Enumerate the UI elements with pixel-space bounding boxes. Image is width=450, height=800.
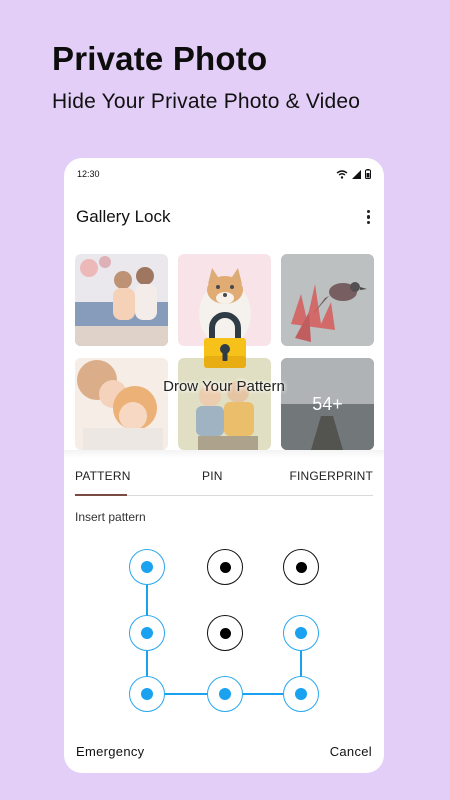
padlock-icon <box>204 312 246 368</box>
divider <box>64 450 384 458</box>
pattern-dot-8[interactable] <box>207 676 243 712</box>
emergency-button[interactable]: Emergency <box>76 744 144 759</box>
tab-pin[interactable]: PIN <box>202 460 223 496</box>
lock-type-tabs: PATTERN PIN FINGERPRINT <box>75 460 373 496</box>
tab-pattern[interactable]: PATTERN <box>75 460 130 496</box>
pattern-dot-4[interactable] <box>129 615 165 651</box>
status-bar: 12:30 <box>64 158 384 190</box>
app-title: Gallery Lock <box>76 207 171 226</box>
photo-thumbnail[interactable]: 54+ <box>281 358 374 450</box>
pattern-dot-3[interactable] <box>283 549 319 585</box>
pattern-dot-5[interactable] <box>207 615 243 651</box>
more-vert-icon[interactable] <box>361 206 377 229</box>
wifi-icon <box>336 169 348 179</box>
pattern-dot-9[interactable] <box>283 676 319 712</box>
app-bar: Gallery Lock <box>76 204 376 230</box>
battery-icon <box>365 169 371 179</box>
lock-caption: Drow Your Pattern <box>163 378 285 395</box>
cancel-button[interactable]: Cancel <box>330 744 372 759</box>
pattern-dot-7[interactable] <box>129 676 165 712</box>
promo-subtitle: Hide Your Private Photo & Video <box>52 90 361 113</box>
photo-thumbnail[interactable] <box>75 358 168 450</box>
promo-title: Private Photo <box>52 40 268 77</box>
pattern-instruction: Insert pattern <box>75 510 146 524</box>
pattern-dot-2[interactable] <box>207 549 243 585</box>
phone-screen: 12:30 Gallery Lock 54+ Drow Your Pattern… <box>64 158 384 773</box>
status-time: 12:30 <box>77 169 100 179</box>
signal-icon <box>352 169 361 179</box>
more-photos-count: 54+ <box>312 394 343 414</box>
tab-fingerprint[interactable]: FINGERPRINT <box>289 460 373 496</box>
photo-thumbnail[interactable] <box>178 358 271 450</box>
photo-thumbnail[interactable] <box>281 254 374 346</box>
photo-thumbnail[interactable] <box>75 254 168 346</box>
pattern-dot-6[interactable] <box>283 615 319 651</box>
pattern-dot-1[interactable] <box>129 549 165 585</box>
